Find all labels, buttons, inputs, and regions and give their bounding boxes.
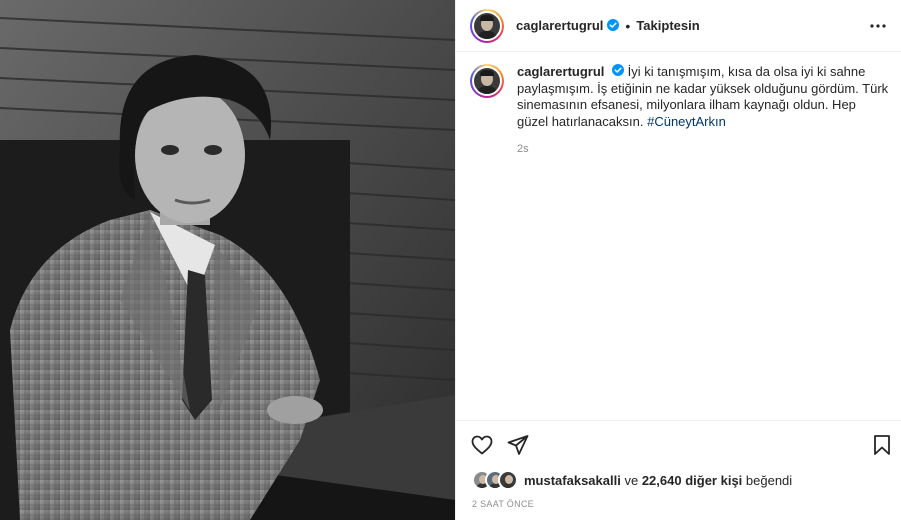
first-liker-username[interactable]: mustafaksakalli bbox=[524, 473, 621, 488]
likes-connector: ve bbox=[624, 472, 639, 488]
caption-time: 2s bbox=[517, 143, 529, 156]
hashtag-link[interactable]: #CüneytArkın bbox=[647, 114, 726, 129]
caption-text: caglarertugrul İyi ki tanışmışım, kısa d… bbox=[517, 64, 890, 130]
action-bar bbox=[456, 420, 901, 468]
post-caption: caglarertugrul İyi ki tanışmışım, kısa d… bbox=[470, 64, 890, 155]
post-photo[interactable] bbox=[0, 0, 455, 520]
bookmark-icon[interactable] bbox=[870, 433, 894, 457]
likes-summary[interactable]: mustafaksakalli ve 22,640 diğer kişi beğ… bbox=[472, 470, 792, 490]
heart-icon[interactable] bbox=[470, 433, 494, 457]
post-date: 2 SAAT ÖNCE bbox=[472, 499, 534, 509]
separator-dot: • bbox=[625, 17, 631, 34]
send-icon[interactable] bbox=[506, 433, 530, 457]
post-details-panel: caglarertugrul • Takiptesin caglarertugr… bbox=[455, 0, 901, 520]
post-header: caglarertugrul • Takiptesin bbox=[456, 0, 901, 52]
liker-avatars bbox=[472, 470, 522, 490]
verified-badge-icon bbox=[607, 18, 620, 34]
liker-avatar bbox=[498, 470, 518, 490]
author-avatar[interactable] bbox=[470, 8, 504, 43]
likes-suffix: beğendi bbox=[745, 472, 793, 488]
author-username[interactable]: caglarertugrul bbox=[516, 18, 603, 33]
caption-avatar[interactable] bbox=[470, 64, 504, 98]
more-horizontal-icon[interactable] bbox=[866, 14, 890, 38]
verified-badge-icon bbox=[612, 64, 625, 81]
caption-username[interactable]: caglarertugrul bbox=[517, 64, 604, 79]
others-count[interactable]: 22,640 diğer kişi bbox=[642, 473, 742, 488]
follow-status-button[interactable]: Takiptesin bbox=[636, 18, 699, 33]
